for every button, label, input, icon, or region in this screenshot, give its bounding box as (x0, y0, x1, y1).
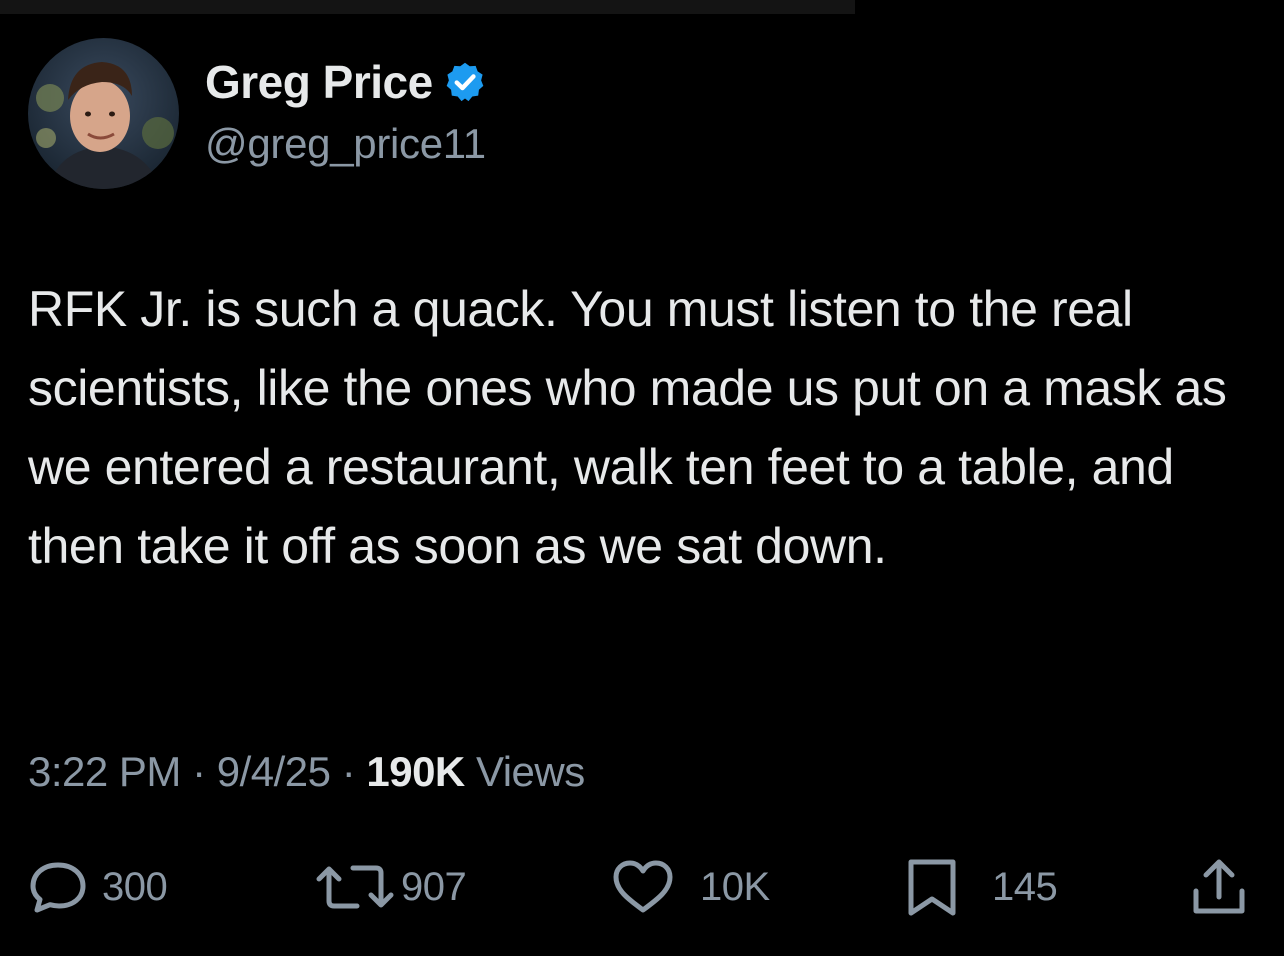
views-count[interactable]: 190K (366, 748, 465, 795)
reply-button[interactable]: 300 (28, 852, 168, 922)
verified-badge-icon[interactable] (443, 60, 487, 104)
avatar-image (28, 38, 179, 189)
reply-count: 300 (102, 864, 168, 909)
meta-separator: · (341, 748, 367, 795)
share-button[interactable] (1186, 852, 1252, 922)
bookmark-count: 145 (992, 864, 1058, 909)
share-icon (1186, 857, 1252, 917)
avatar[interactable] (28, 38, 179, 189)
repost-count: 907 (401, 864, 467, 909)
author-handle[interactable]: @greg_price11 (205, 120, 486, 168)
tweet-meta: 3:22 PM · 9/4/25 · 190K Views (28, 748, 585, 796)
author-name-row: Greg Price (205, 54, 487, 110)
bookmark-icon (904, 857, 960, 917)
author-display-name[interactable]: Greg Price (205, 55, 433, 109)
tweet-date[interactable]: 9/4/25 (217, 748, 331, 795)
tweet-text: RFK Jr. is such a quack. You must listen… (28, 281, 1227, 574)
verified-icon-graphic (446, 62, 484, 102)
tweet-card: Greg Price @greg_price11 RFK Jr. is such… (0, 0, 1284, 956)
like-icon (610, 858, 676, 916)
tweet-time[interactable]: 3:22 PM (28, 748, 181, 795)
like-count: 10K (700, 864, 770, 909)
views-label: Views (475, 748, 585, 795)
bookmark-button[interactable]: 145 (904, 852, 1058, 922)
meta-separator: · (192, 748, 217, 795)
reply-icon (28, 859, 88, 915)
like-button[interactable]: 10K (610, 852, 770, 922)
tweet-actions-bar: 300 907 10K 145 (0, 852, 1284, 922)
repost-button[interactable]: 907 (313, 852, 467, 922)
repost-icon (313, 859, 397, 915)
